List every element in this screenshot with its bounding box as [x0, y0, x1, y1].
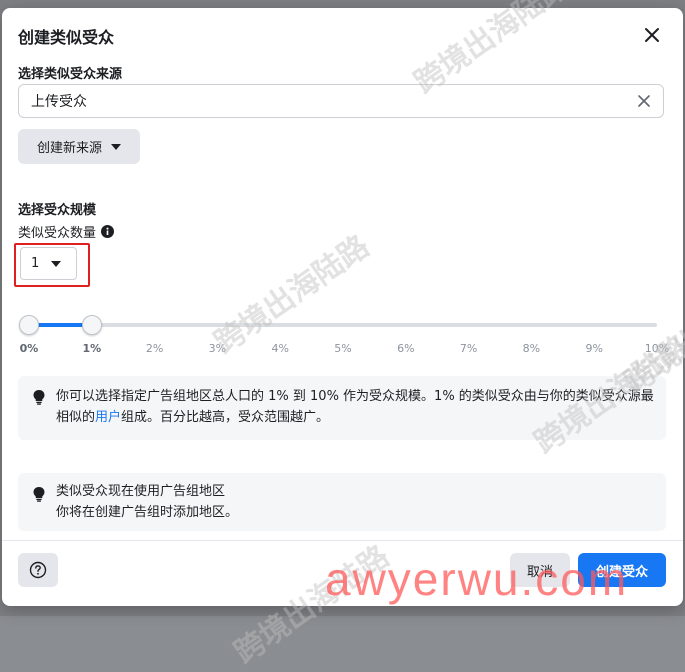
create-audience-label: 创建受众	[595, 564, 648, 580]
slider-tick-label: 4%	[271, 342, 289, 355]
clear-icon[interactable]	[637, 94, 651, 108]
annotation-highlight	[14, 243, 90, 287]
info-icon[interactable]	[101, 225, 115, 238]
cancel-button[interactable]: 取消	[510, 553, 570, 587]
slider-tick-label: 6%	[397, 342, 415, 355]
size-info-text-part2: 组成。百分比越高，受众范围越广。	[121, 410, 330, 425]
create-new-source-button[interactable]: 创建新来源	[18, 129, 140, 164]
create-new-source-label: 创建新来源	[36, 141, 102, 156]
slider-start-handle[interactable]	[19, 315, 39, 335]
slider-tick-label: 7%	[459, 342, 478, 355]
size-info-box: 你可以选择指定广告组地区总人口的 1% 到 10% 作为受众规模。1% 的类似受…	[18, 376, 666, 440]
dialog-title: 创建类似受众	[18, 28, 115, 47]
slider-tick-label: 5%	[334, 342, 352, 355]
create-lookalike-dialog: 创建类似受众 选择类似受众来源 上传受众 创建新来源 选择受众规模 类似受众数量…	[2, 8, 683, 606]
source-label: 选择类似受众来源	[18, 67, 123, 82]
slider-tick-label: 10%	[644, 342, 670, 355]
location-info-box: 类似受众现在使用广告组地区 你将在创建广告组时添加地区。	[18, 473, 666, 531]
source-input[interactable]: 上传受众	[18, 84, 664, 118]
slider-tick-label: 1%	[82, 342, 102, 355]
slider-tick-label: 9%	[585, 342, 603, 355]
cancel-label: 取消	[526, 564, 553, 580]
lightbulb-icon	[33, 487, 45, 502]
footer-divider	[2, 540, 683, 541]
caret-down-icon	[111, 143, 121, 150]
count-label: 类似受众数量	[18, 226, 97, 241]
source-value: 上传受众	[31, 94, 87, 110]
users-link[interactable]: 用户	[95, 410, 121, 425]
create-audience-button[interactable]: 创建受众	[578, 553, 666, 587]
count-label-row: 类似受众数量	[18, 222, 115, 241]
help-button[interactable]	[18, 553, 58, 587]
size-label: 选择受众规模	[18, 203, 97, 218]
slider-tick-label: 0%	[19, 342, 39, 355]
location-info-text: 类似受众现在使用广告组地区 你将在创建广告组时添加地区。	[56, 481, 654, 523]
location-info-line2: 你将在创建广告组时添加地区。	[56, 505, 239, 520]
location-info-line1: 类似受众现在使用广告组地区	[56, 484, 226, 499]
slider-tick-label: 2%	[145, 342, 164, 355]
lightbulb-icon	[33, 390, 45, 405]
close-icon[interactable]	[641, 24, 663, 46]
slider-tick-label: 3%	[208, 342, 227, 355]
question-mark-icon	[29, 561, 47, 579]
slider-end-handle[interactable]	[81, 315, 102, 335]
size-info-text: 你可以选择指定广告组地区总人口的 1% 到 10% 作为受众规模。1% 的类似受…	[56, 386, 654, 428]
slider-tick-label: 8%	[522, 342, 541, 355]
audience-size-slider[interactable]	[29, 323, 657, 327]
